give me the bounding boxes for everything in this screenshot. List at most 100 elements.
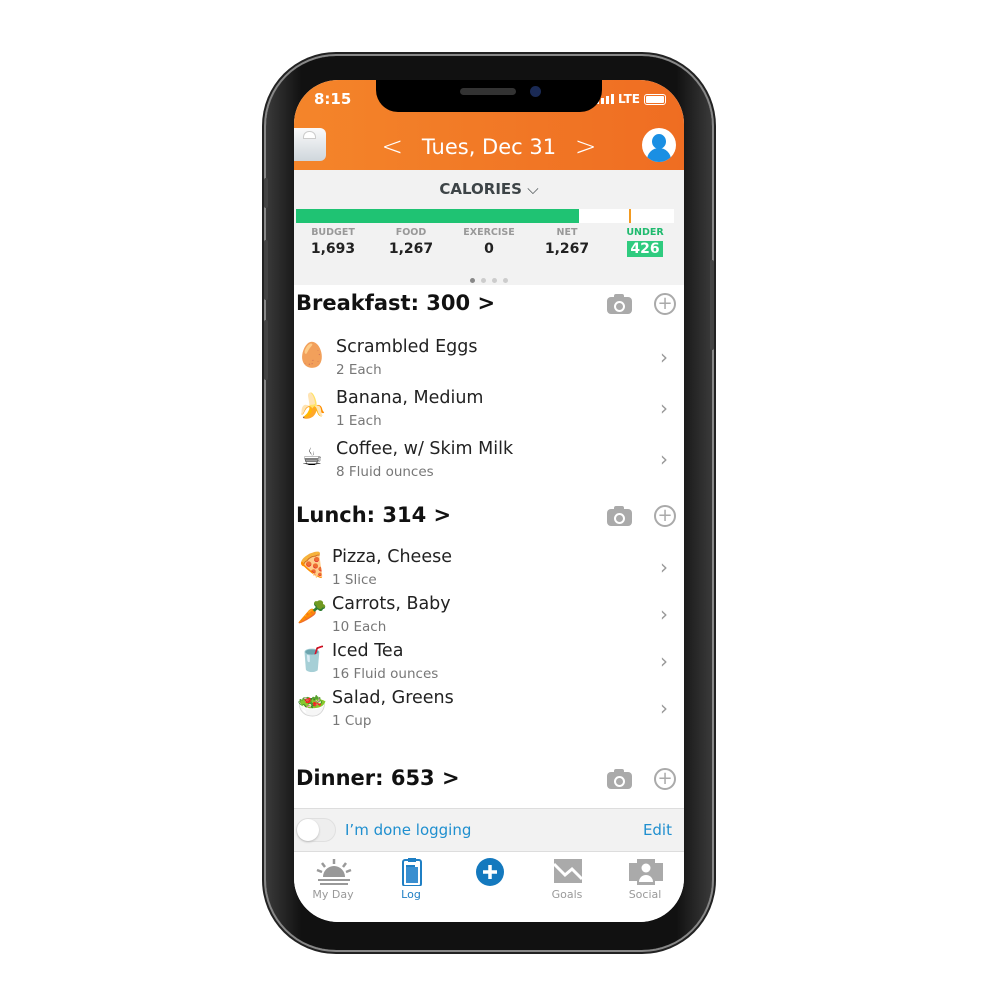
stat-exercise: EXERCISE 0 <box>450 227 528 257</box>
stat-value: 1,267 <box>544 241 590 257</box>
food-item[interactable]: 🍕 Pizza, Cheese 1 Slice › <box>294 545 684 595</box>
meal-title[interactable]: Dinner: 653 > <box>296 766 460 790</box>
food-emoji-icon: 🥤 <box>297 645 327 673</box>
stat-label: BUDGET <box>311 227 355 238</box>
stat-label: FOOD <box>395 227 427 238</box>
calories-dropdown[interactable]: CALORIES ⌵ <box>294 180 684 198</box>
stat-label: NET <box>556 227 578 238</box>
chevron-right-icon[interactable]: › <box>660 602 668 626</box>
meal-header: Breakfast: 300 > + <box>294 285 684 321</box>
food-quantity: 16 Fluid ounces <box>332 666 439 682</box>
food-quantity: 1 Cup <box>332 713 372 729</box>
budget-marker <box>628 209 631 223</box>
mute-switch <box>264 178 268 208</box>
app-screen: 8:15 LTE < Tues, Dec 31 > CALORIES ⌵ BUD… <box>294 80 684 922</box>
food-item[interactable]: ☕ Coffee, w/ Skim Milk 8 Fluid ounces › <box>294 437 684 487</box>
calorie-progress-bar <box>296 209 674 223</box>
stat-label: UNDER <box>626 227 664 238</box>
profile-avatar-icon[interactable] <box>642 128 676 162</box>
power-button <box>710 260 714 350</box>
stat-value: 1,693 <box>310 241 356 257</box>
volume-down-button <box>264 320 268 380</box>
page-dot[interactable] <box>470 278 475 283</box>
stat-label: EXERCISE <box>463 227 515 238</box>
food-name: Salad, Greens <box>332 688 454 708</box>
tab-add[interactable] <box>450 852 528 922</box>
current-date[interactable]: Tues, Dec 31 <box>422 135 556 159</box>
tab-goals[interactable]: Goals <box>528 852 606 922</box>
food-quantity: 10 Each <box>332 619 387 635</box>
food-name: Iced Tea <box>332 641 404 661</box>
stat-budget: BUDGET 1,693 <box>294 227 372 257</box>
food-quantity: 2 Each <box>336 362 382 378</box>
food-quantity: 8 Fluid ounces <box>336 464 434 480</box>
done-logging-label[interactable]: I’m done logging <box>345 821 471 839</box>
calories-panel[interactable]: CALORIES ⌵ BUDGET 1,693 FOOD 1,267 EXERCISE 0… <box>294 170 684 285</box>
food-emoji-icon: 🥗 <box>297 692 327 720</box>
food-name: Scrambled Eggs <box>336 337 478 357</box>
stat-food: FOOD 1,267 <box>372 227 450 257</box>
done-logging-bar: I’m done logging Edit <box>294 808 684 852</box>
status-time: 8:15 <box>314 90 352 108</box>
chevron-right-icon[interactable]: › <box>660 555 668 579</box>
food-emoji-icon: 🥚 <box>297 341 327 369</box>
food-log-list: Breakfast: 300 > + 🥚 Scrambled Eggs 2 Eac… <box>294 285 684 808</box>
stat-value: 0 <box>484 241 494 257</box>
page-dot[interactable] <box>503 278 508 283</box>
tab-my-day[interactable]: My Day <box>294 852 372 922</box>
network-label: LTE <box>617 92 640 106</box>
stat-net: NET 1,267 <box>528 227 606 257</box>
food-item[interactable]: 🍌 Banana, Medium 1 Each › <box>294 386 684 436</box>
food-quantity: 1 Slice <box>332 572 377 588</box>
add-food-icon[interactable]: + <box>654 505 676 527</box>
goals-chart-icon <box>552 859 584 883</box>
food-name: Pizza, Cheese <box>332 547 452 567</box>
food-emoji-icon: 🥕 <box>297 598 327 626</box>
chevron-right-icon[interactable]: › <box>660 447 668 471</box>
food-emoji-icon: 🍕 <box>297 551 327 579</box>
done-logging-toggle[interactable] <box>296 818 336 842</box>
chevron-right-icon[interactable]: > <box>563 132 609 162</box>
food-item[interactable]: 🥕 Carrots, Baby 10 Each › <box>294 592 684 642</box>
page-dot[interactable] <box>481 278 486 283</box>
add-food-icon[interactable]: + <box>654 768 676 790</box>
chevron-right-icon[interactable]: › <box>660 345 668 369</box>
tab-social[interactable]: Social <box>606 852 684 922</box>
food-name: Carrots, Baby <box>332 594 451 614</box>
camera-icon[interactable] <box>606 768 632 790</box>
meal-header: Dinner: 653 > + <box>294 760 684 796</box>
meal-header: Lunch: 314 > + <box>294 497 684 533</box>
chevron-right-icon[interactable]: › <box>660 396 668 420</box>
stat-value: 426 <box>627 241 663 257</box>
camera-icon[interactable] <box>606 293 632 315</box>
stat-value: 1,267 <box>388 241 434 257</box>
food-quantity: 1 Each <box>336 413 382 429</box>
battery-icon <box>644 93 666 105</box>
notch <box>376 80 602 112</box>
plus-circle-icon <box>476 858 504 886</box>
tab-log[interactable]: Log <box>372 852 450 922</box>
people-icon <box>629 859 663 885</box>
tab-bar: My Day Log Goals Social <box>294 852 684 922</box>
camera-icon[interactable] <box>606 505 632 527</box>
meal-title[interactable]: Breakfast: 300 > <box>296 291 495 315</box>
status-indicators: LTE <box>595 92 666 106</box>
date-navigator: < Tues, Dec 31 > <box>294 132 684 162</box>
stat-under: UNDER 426 <box>606 227 684 257</box>
chevron-right-icon[interactable]: › <box>660 649 668 673</box>
progress-fill <box>296 209 579 223</box>
chevron-down-icon: ⌵ <box>527 180 539 198</box>
page-dot[interactable] <box>492 278 497 283</box>
food-item[interactable]: 🥚 Scrambled Eggs 2 Each › <box>294 335 684 385</box>
volume-up-button <box>264 240 268 300</box>
chevron-right-icon[interactable]: › <box>660 696 668 720</box>
clipboard-icon <box>402 858 422 886</box>
food-item[interactable]: 🥗 Salad, Greens 1 Cup › <box>294 686 684 736</box>
food-item[interactable]: 🥤 Iced Tea 16 Fluid ounces › <box>294 639 684 689</box>
add-food-icon[interactable]: + <box>654 293 676 315</box>
meal-title[interactable]: Lunch: 314 > <box>296 503 451 527</box>
sunrise-icon <box>316 859 352 885</box>
food-emoji-icon: 🍌 <box>297 392 327 420</box>
edit-button[interactable]: Edit <box>643 821 672 839</box>
chevron-left-icon[interactable]: < <box>369 132 415 162</box>
